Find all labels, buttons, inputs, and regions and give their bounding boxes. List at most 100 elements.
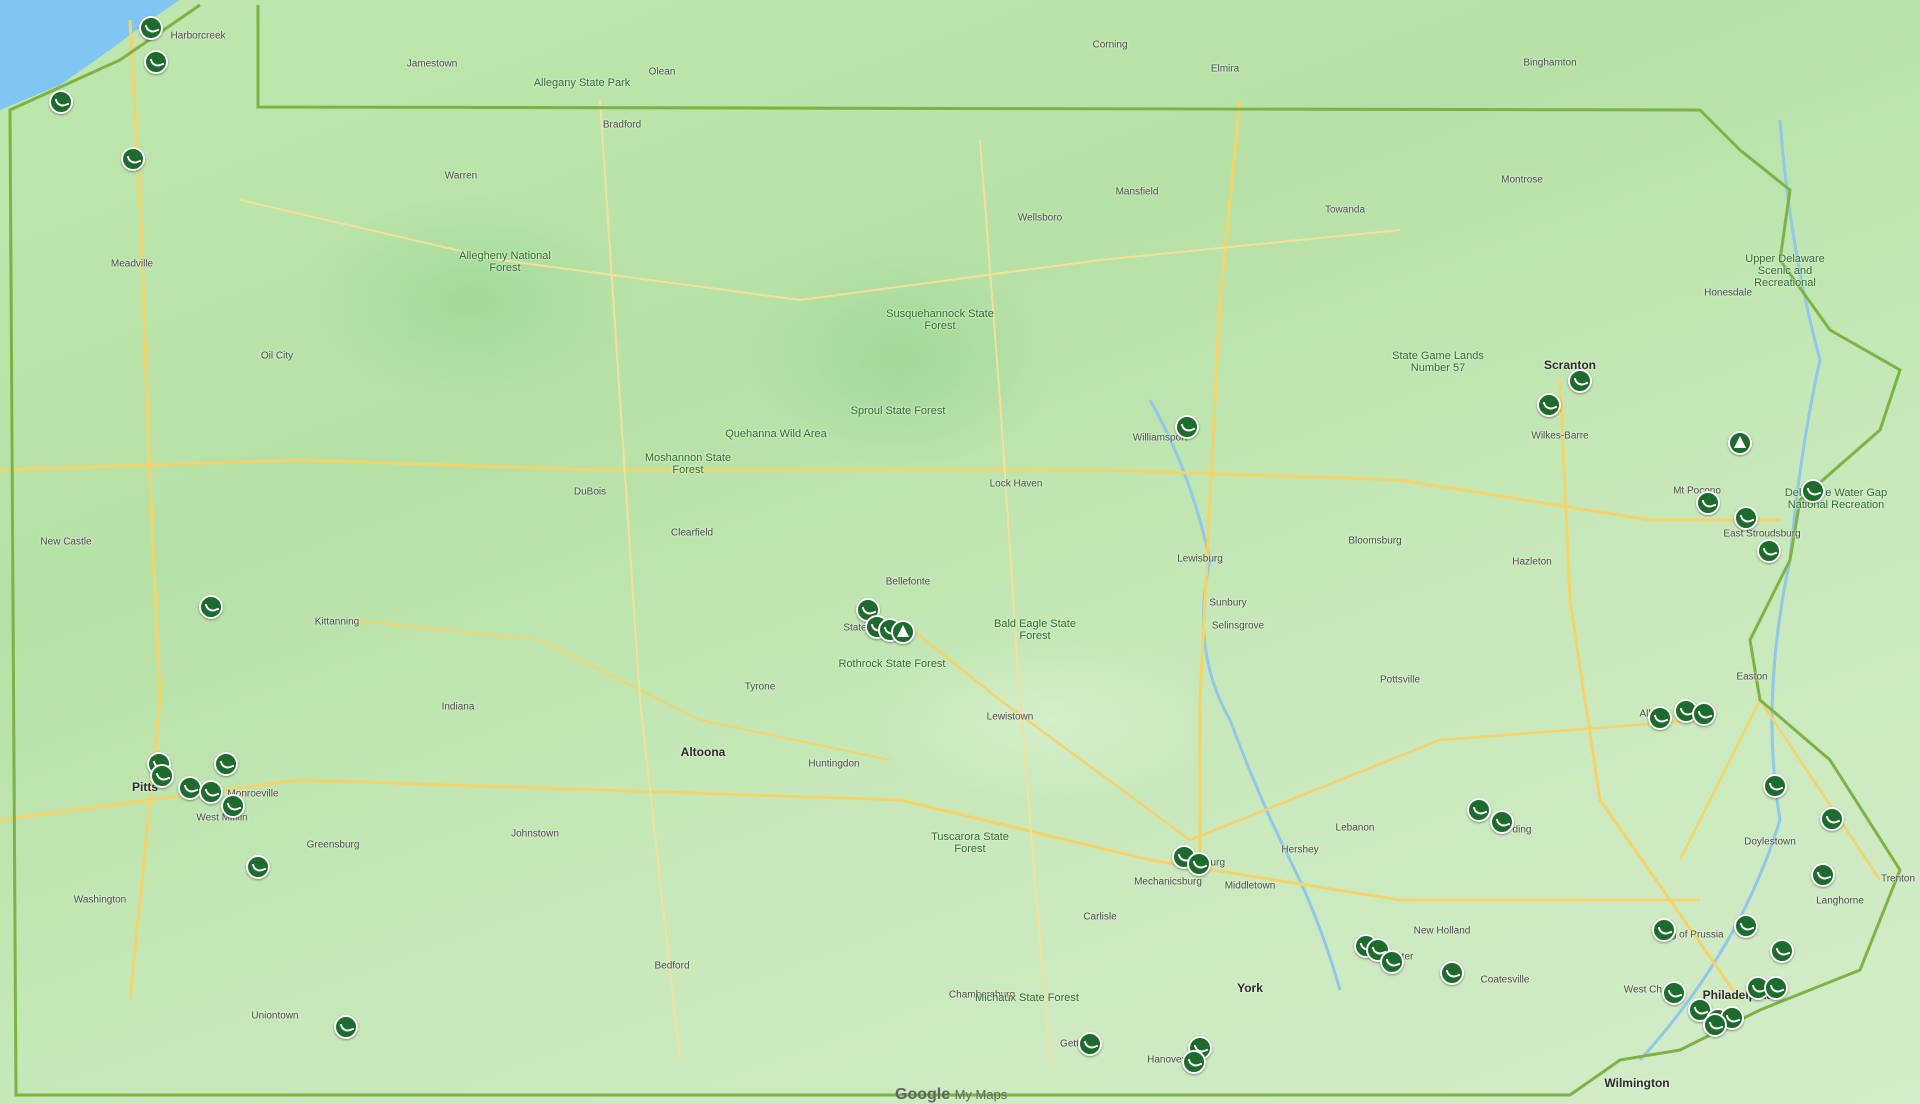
label-allegany-sp: Allegany State Park	[533, 77, 631, 89]
label-tuscarora: Tuscarora State Forest	[931, 831, 1009, 855]
label-easton: Easton	[1736, 671, 1768, 683]
campground-marker[interactable]	[49, 90, 73, 114]
label-wilmington: Wilmington	[1604, 1076, 1670, 1090]
campground-marker[interactable]	[1187, 852, 1211, 876]
label-new-holland: New Holland	[1413, 925, 1471, 937]
label-lewistown: Lewistown	[986, 711, 1034, 723]
label-mechanicsburg: Mechanicsburg	[1134, 876, 1202, 888]
label-oil-city: Oil City	[260, 350, 294, 362]
campground-marker[interactable]	[1648, 706, 1672, 730]
campground-marker[interactable]	[1757, 539, 1781, 563]
label-pottsville: Pottsville	[1379, 674, 1421, 686]
campground-marker[interactable]	[1764, 976, 1788, 1000]
campground-marker[interactable]	[1440, 961, 1464, 985]
label-meadville: Meadville	[110, 258, 154, 270]
campground-marker[interactable]	[1490, 810, 1514, 834]
label-bloomsburg: Bloomsburg	[1348, 535, 1402, 547]
label-bald-eagle: Bald Eagle State Forest	[994, 618, 1076, 642]
label-upper-delaware: Upper Delaware Scenic and Recreational	[1745, 253, 1825, 289]
campground-marker[interactable]	[139, 16, 163, 40]
campground-marker[interactable]	[121, 147, 145, 171]
label-game-lands: State Game Lands Number 57	[1392, 350, 1484, 374]
label-olean: Olean	[648, 66, 676, 78]
campground-marker[interactable]	[246, 855, 270, 879]
campground-marker[interactable]	[1182, 1050, 1206, 1074]
label-middletown: Middletown	[1224, 880, 1276, 892]
campground-marker[interactable]	[199, 595, 223, 619]
campground-marker[interactable]	[1692, 702, 1716, 726]
tree-marker[interactable]	[1728, 431, 1752, 455]
campground-marker[interactable]	[221, 794, 245, 818]
label-jamestown: Jamestown	[406, 58, 458, 70]
campground-marker[interactable]	[1568, 369, 1592, 393]
label-new-castle: New Castle	[40, 536, 92, 548]
campground-marker[interactable]	[1763, 774, 1787, 798]
label-lock-haven: Lock Haven	[989, 478, 1043, 490]
campground-marker[interactable]	[1078, 1032, 1102, 1056]
label-allegheny-nf: Allegheny National Forest	[459, 250, 551, 274]
label-uniontown: Uniontown	[251, 1010, 299, 1022]
label-huntingdon: Huntingdon	[808, 758, 860, 770]
label-mansfield: Mansfield	[1115, 186, 1159, 198]
campground-marker[interactable]	[199, 780, 223, 804]
campground-marker[interactable]	[1380, 950, 1404, 974]
label-coatesville: Coatesville	[1480, 974, 1530, 986]
campground-marker[interactable]	[1734, 914, 1758, 938]
label-kittanning: Kittanning	[314, 616, 360, 628]
label-altoona: Altoona	[680, 745, 726, 759]
label-montrose: Montrose	[1501, 174, 1543, 186]
label-wilkes-barre: Wilkes-Barre	[1531, 430, 1589, 442]
campground-marker[interactable]	[1662, 981, 1686, 1005]
label-tyrone: Tyrone	[744, 681, 776, 693]
label-selinsgrove: Selinsgrove	[1211, 620, 1265, 632]
campground-marker[interactable]	[1734, 506, 1758, 530]
label-langhorne: Langhorne	[1816, 895, 1864, 907]
label-lewisburg: Lewisburg	[1177, 553, 1223, 565]
google-my-maps-attribution[interactable]: Google My Maps	[895, 1086, 1007, 1104]
label-trenton: Trenton	[1880, 873, 1916, 885]
label-state-college: State	[843, 622, 867, 634]
campground-marker[interactable]	[150, 764, 174, 788]
label-quehanna: Quehanna Wild Area	[725, 428, 827, 440]
label-bellefonte: Bellefonte	[885, 576, 931, 588]
campground-marker[interactable]	[1820, 807, 1844, 831]
campground-marker[interactable]	[1652, 918, 1676, 942]
label-honesdale: Honesdale	[1704, 287, 1752, 299]
campground-marker[interactable]	[1537, 393, 1561, 417]
campground-marker[interactable]	[1801, 479, 1825, 503]
label-hershey: Hershey	[1281, 844, 1319, 856]
label-clearfield: Clearfield	[670, 527, 714, 539]
label-moshannon: Moshannon State Forest	[644, 452, 732, 476]
google-wordmark: Google	[895, 1086, 951, 1103]
campground-marker[interactable]	[1811, 863, 1835, 887]
campground-marker[interactable]	[1770, 939, 1794, 963]
label-hazleton: Hazleton	[1512, 556, 1552, 568]
label-bradford: Bradford	[602, 119, 642, 131]
map-canvas[interactable]: Philadelphia Pitts Altoona Scranton Wilk…	[0, 0, 1920, 1104]
label-carlisle: Carlisle	[1083, 911, 1117, 923]
label-york: York	[1237, 981, 1263, 995]
label-indiana: Indiana	[441, 701, 475, 713]
campground-marker[interactable]	[1703, 1013, 1727, 1037]
label-binghamton: Binghamton	[1523, 57, 1577, 69]
label-dubois: DuBois	[573, 486, 607, 498]
tree-marker[interactable]	[891, 620, 915, 644]
my-maps-wordmark: My Maps	[954, 1087, 1008, 1102]
label-hanover: Hanover	[1147, 1054, 1185, 1066]
label-elmira: Elmira	[1210, 63, 1240, 75]
campground-marker[interactable]	[214, 752, 238, 776]
label-greensburg: Greensburg	[306, 839, 360, 851]
campground-marker[interactable]	[1175, 415, 1199, 439]
label-erie: Harborcreek	[170, 30, 226, 42]
campground-marker[interactable]	[1467, 798, 1491, 822]
label-scranton: Scranton	[1543, 358, 1597, 372]
campground-marker[interactable]	[334, 1015, 358, 1039]
label-rothrock: Rothrock State Forest	[838, 658, 946, 670]
campground-marker[interactable]	[144, 50, 168, 74]
label-sproul: Sproul State Forest	[850, 405, 946, 417]
label-wellsboro: Wellsboro	[1017, 212, 1063, 224]
campground-marker[interactable]	[1696, 491, 1720, 515]
label-lebanon: Lebanon	[1335, 822, 1375, 834]
label-reading: ding	[1512, 824, 1532, 836]
label-stroudsburg: East Stroudsburg	[1723, 528, 1801, 540]
